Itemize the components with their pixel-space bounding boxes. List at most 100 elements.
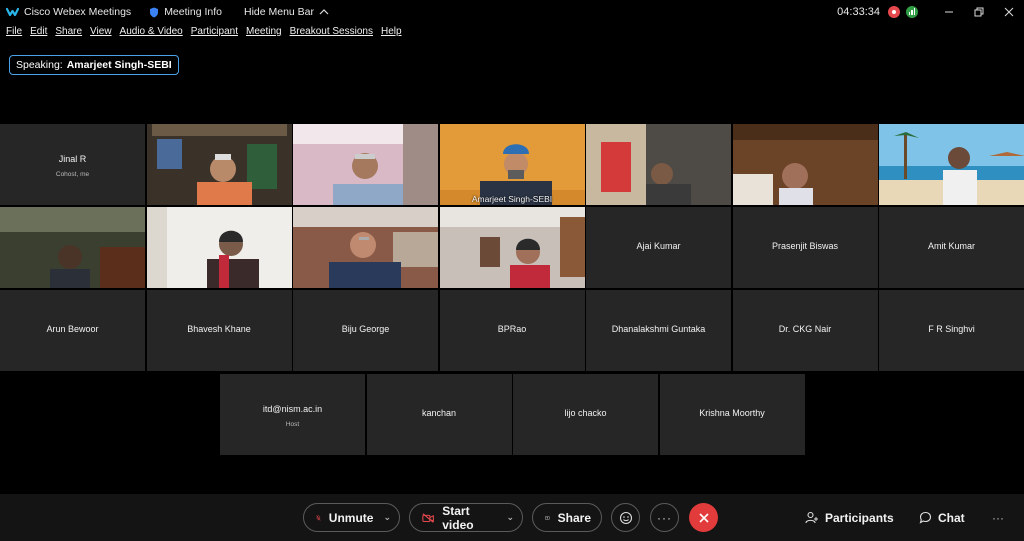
menu-breakout-sessions[interactable]: Breakout Sessions [290, 26, 373, 42]
participant-tile[interactable] [0, 207, 145, 288]
meeting-info-button[interactable]: Meeting Info [149, 0, 222, 24]
participant-tile[interactable]: kanchan [366, 374, 512, 455]
participant-name: Amarjeet Singh-SEBI [471, 194, 553, 204]
participants-label: Participants [825, 510, 894, 525]
title-bar: Cisco Webex Meetings Meeting Info Hide M… [0, 0, 1024, 24]
hide-menu-label: Hide Menu Bar [243, 6, 315, 18]
start-video-label: Start video [442, 503, 474, 532]
menu-bar: File Edit Share View Audio & Video Parti… [0, 26, 404, 42]
close-icon[interactable] [994, 0, 1024, 24]
participant-tile[interactable] [146, 124, 292, 205]
chevron-down-icon[interactable]: ⌄ [506, 512, 514, 523]
webex-logo-icon [6, 7, 19, 17]
participant-name: Dr. CKG Nair [778, 324, 832, 334]
record-icon[interactable] [888, 6, 900, 18]
participant-tile[interactable] [732, 124, 878, 205]
restore-icon[interactable] [964, 0, 994, 24]
menu-audio-video[interactable]: Audio & Video [120, 26, 183, 42]
participant-role: Cohost, me [55, 171, 90, 178]
participant-tile[interactable] [586, 124, 731, 205]
participant-tile[interactable]: itd@nism.ac.in Host [220, 374, 365, 455]
minimize-icon[interactable] [934, 0, 964, 24]
participant-tile[interactable]: Bhavesh Khane [146, 290, 292, 371]
more-options-button[interactable]: ··· [650, 503, 679, 532]
participant-tile[interactable]: F R Singhvi [879, 290, 1024, 371]
chevron-down-icon[interactable]: ⌄ [383, 512, 391, 523]
participant-tile[interactable]: Dr. CKG Nair [732, 290, 878, 371]
speaking-prefix: Speaking: [16, 59, 63, 71]
participant-name: kanchan [421, 408, 457, 418]
participant-name: Biju George [341, 324, 390, 334]
speaking-name: Amarjeet Singh-SEBI [66, 59, 172, 71]
share-icon [545, 515, 550, 520]
participants-panel-button[interactable]: Participants [805, 503, 894, 532]
meeting-controls: Unmute ⌄ Start video ⌄ Share ··· Partici… [0, 494, 1024, 541]
participant-tile[interactable]: Jinal R Cohost, me [0, 124, 145, 205]
shield-icon [150, 7, 159, 17]
menu-help[interactable]: Help [381, 26, 402, 42]
participant-video [146, 207, 292, 288]
participant-video [732, 124, 878, 205]
participant-video [439, 124, 585, 205]
chat-panel-button[interactable]: Chat [919, 503, 965, 532]
app-title: Cisco Webex Meetings [6, 0, 131, 24]
participant-tile[interactable]: Biju George [293, 290, 438, 371]
participant-tile[interactable]: Amarjeet Singh-SEBI [439, 124, 585, 205]
participant-tile[interactable]: Arun Bewoor [0, 290, 145, 371]
unmute-label: Unmute [328, 510, 374, 525]
network-icon[interactable] [906, 6, 918, 18]
participant-name: Bhavesh Khane [187, 324, 251, 334]
participant-name: itd@nism.ac.in [262, 404, 323, 414]
menu-view[interactable]: View [90, 26, 112, 42]
participant-video [586, 124, 731, 205]
participant-name: F R Singhvi [928, 324, 975, 334]
participant-video [293, 124, 438, 205]
leave-meeting-button[interactable] [689, 503, 718, 532]
menu-edit[interactable]: Edit [30, 26, 47, 42]
menu-share[interactable]: Share [55, 26, 82, 42]
video-off-icon [422, 512, 434, 523]
participants-icon [805, 511, 818, 524]
chevron-up-icon [319, 9, 329, 15]
participant-tile[interactable]: Prasenjit Biswas [732, 207, 878, 288]
share-label: Share [557, 510, 591, 525]
participant-role: Host [285, 421, 300, 428]
participant-name: Arun Bewoor [46, 324, 99, 334]
hide-menu-bar-button[interactable]: Hide Menu Bar [244, 0, 329, 24]
start-video-button[interactable]: Start video ⌄ [409, 503, 523, 532]
participant-video [146, 124, 292, 205]
participant-tile[interactable] [439, 207, 585, 288]
participant-video [293, 207, 438, 288]
speaking-indicator: Speaking: Amarjeet Singh-SEBI [9, 55, 179, 75]
menu-participant[interactable]: Participant [191, 26, 238, 42]
participant-tile[interactable]: Krishna Moorthy [659, 374, 805, 455]
participant-tile[interactable]: BPRao [439, 290, 585, 371]
title-bar-right: 04:33:34 [837, 0, 1024, 24]
reactions-button[interactable] [611, 503, 640, 532]
participant-tile[interactable]: Ajai Kumar [586, 207, 731, 288]
participant-video [439, 207, 585, 288]
participant-name: Jinal R [58, 154, 87, 164]
participant-tile[interactable]: lijo chacko [513, 374, 658, 455]
participant-video [879, 124, 1024, 205]
menu-meeting[interactable]: Meeting [246, 26, 282, 42]
participant-name: lijo chacko [564, 408, 607, 418]
share-button[interactable]: Share [532, 503, 602, 532]
participant-tile[interactable] [293, 207, 438, 288]
participant-tile[interactable] [146, 207, 292, 288]
participant-tile[interactable]: Amit Kumar [879, 207, 1024, 288]
participant-tile[interactable]: Dhanalakshmi Guntaka [586, 290, 731, 371]
participant-tile[interactable] [879, 124, 1024, 205]
participant-name: Ajai Kumar [636, 241, 681, 251]
participant-name: Prasenjit Biswas [771, 241, 839, 251]
participant-tile[interactable] [293, 124, 438, 205]
menu-file[interactable]: File [6, 26, 22, 42]
participant-video [0, 207, 145, 288]
smiley-icon [619, 511, 632, 524]
muted-mic-icon [316, 514, 321, 521]
chat-icon [919, 511, 932, 524]
unmute-button[interactable]: Unmute ⌄ [303, 503, 400, 532]
more-icon: ··· [657, 510, 672, 525]
meeting-clock: 04:33:34 [837, 6, 880, 18]
panel-options-button[interactable]: ··· [992, 503, 1004, 532]
